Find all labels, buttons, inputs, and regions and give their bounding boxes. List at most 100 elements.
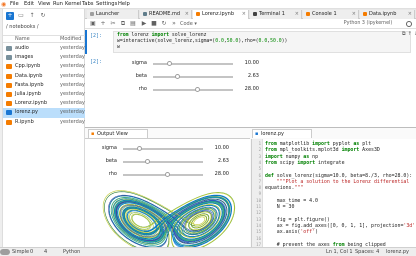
- simple-mode-toggle[interactable]: [0, 249, 10, 255]
- upload-icon[interactable]: ↑: [28, 12, 36, 20]
- cell-actions[interactable]: ⧉↑↓⋮: [402, 31, 416, 37]
- menu-help[interactable]: Help: [118, 1, 130, 8]
- file-list-item[interactable]: Data.ipynb yesterday: [3, 72, 85, 81]
- slider-handle[interactable]: [144, 159, 150, 164]
- terminal-count[interactable]: 0: [30, 248, 33, 256]
- code-editor[interactable]: 1 from matplotlib import pyplot as plt 2 fr…: [251, 139, 416, 247]
- slider-sigma[interactable]: sigma 10.00: [113, 59, 267, 69]
- column-modified[interactable]: Modified: [60, 36, 81, 43]
- slider-track[interactable]: [153, 89, 233, 91]
- file-modified: yesterday: [60, 91, 85, 97]
- slider-handle[interactable]: [174, 74, 180, 79]
- file-list-item[interactable]: Cpp.ipynb yesterday: [3, 62, 85, 71]
- slider-handle[interactable]: [195, 87, 201, 92]
- run-icon[interactable]: ▶: [140, 20, 148, 28]
- paste-icon[interactable]: ▤: [129, 20, 137, 28]
- slider-beta[interactable]: beta 2.63: [113, 72, 267, 82]
- menu-tabs[interactable]: Tabs: [82, 1, 93, 8]
- file-list-item[interactable]: Fasta.ipynb yesterday: [3, 81, 85, 90]
- file-name: Cpp.ipynb: [15, 63, 41, 70]
- cursor-position[interactable]: Ln 1, Col 1: [326, 248, 353, 256]
- cell-input-prompt: [2]:: [90, 33, 103, 39]
- slider-value[interactable]: 10.00: [237, 60, 259, 66]
- copy-icon[interactable]: ⧉: [119, 20, 127, 28]
- slider-track[interactable]: [153, 76, 233, 78]
- console-icon: [306, 11, 310, 16]
- indent-setting[interactable]: Spaces: 4: [355, 248, 379, 256]
- breadcrumb[interactable]: / notebooks /: [6, 24, 39, 31]
- slider-value[interactable]: 2.63: [207, 158, 229, 164]
- close-icon[interactable]: ×: [185, 10, 189, 19]
- slider-handle[interactable]: [136, 146, 142, 151]
- restart-icon[interactable]: ↻: [160, 20, 168, 28]
- output-view-tab[interactable]: ▪ Output View: [88, 129, 148, 138]
- slider-value[interactable]: 28.00: [237, 86, 259, 92]
- file-list-item[interactable]: lorenz.py yesterday: [3, 108, 85, 118]
- kw-from: from: [117, 33, 129, 38]
- slider-value[interactable]: 10.00: [207, 145, 229, 151]
- menu-view[interactable]: View: [38, 1, 50, 8]
- kernel-name[interactable]: Python 3 (ipykernel): [333, 20, 403, 28]
- notebook-icon: [6, 101, 12, 107]
- file-modified: yesterday: [60, 100, 85, 107]
- menu-settings[interactable]: Settings: [96, 1, 117, 8]
- folder-icon: [6, 46, 12, 51]
- file-list-item[interactable]: Julia.ipynb yesterday: [3, 90, 85, 99]
- file-list-item[interactable]: images yesterday: [3, 53, 85, 62]
- split-divider[interactable]: [85, 127, 416, 128]
- kw-import: import: [151, 33, 169, 38]
- slider-beta[interactable]: beta 2.63: [87, 157, 237, 167]
- new-launcher-button[interactable]: +: [6, 12, 14, 20]
- slider-handle[interactable]: [166, 61, 172, 66]
- fast-forward-icon[interactable]: »: [170, 20, 178, 28]
- tab-data-notebook[interactable]: Data.ipynb ×: [360, 10, 415, 19]
- tab-launcher[interactable]: Launcher: [87, 10, 139, 19]
- slider-track[interactable]: [123, 161, 203, 163]
- tab-console[interactable]: Console 1 ×: [303, 10, 359, 19]
- tab-lorenz-notebook[interactable]: Lorenz.ipynb ×: [193, 10, 249, 19]
- save-icon[interactable]: ▣: [89, 20, 97, 28]
- new-folder-icon[interactable]: ▭: [17, 12, 25, 20]
- file-list-item[interactable]: R.ipynb yesterday: [3, 118, 85, 127]
- editor-tab[interactable]: ▪ lorenz.py: [252, 129, 312, 138]
- keyword: as: [303, 153, 310, 160]
- close-icon[interactable]: ×: [352, 10, 356, 19]
- notebook-icon: [6, 119, 12, 125]
- code-line: N = 30: [265, 204, 295, 210]
- file-name: R.ipynb: [15, 118, 34, 125]
- cut-icon[interactable]: ✂: [109, 20, 117, 28]
- slider-sigma[interactable]: sigma 10.00: [87, 144, 237, 154]
- folder-icon: [6, 55, 12, 61]
- notebook-toolbar: ▣ + ✂ ⧉ ▤ ▶ ■ ↻ » Code ▾ Python 3 (ipyke…: [85, 19, 416, 29]
- slider-value[interactable]: 2.63: [237, 73, 259, 79]
- output-view-panel: sigma 10.00 beta 2.63 rho 28.00: [85, 138, 250, 248]
- code-cell-editor[interactable]: from lorenz import solve_lorenz w=intera…: [113, 31, 411, 53]
- file-name: Fasta.ipynb: [15, 81, 44, 88]
- menu-edit[interactable]: Edit: [24, 1, 34, 8]
- string-literal: """Plot a solution to the Lorenz differe…: [276, 178, 410, 185]
- close-icon[interactable]: ×: [408, 10, 412, 19]
- menu-file[interactable]: File: [10, 1, 19, 8]
- tab-terminal[interactable]: Terminal 1 ×: [250, 10, 302, 19]
- stop-icon[interactable]: ■: [150, 20, 158, 28]
- slider-track[interactable]: [123, 174, 203, 176]
- tab-readme[interactable]: README.md ×: [140, 10, 192, 19]
- kernel-count[interactable]: 4: [44, 248, 47, 256]
- slider-label: beta: [105, 158, 117, 164]
- keyword: from: [265, 141, 277, 147]
- insert-cell-icon[interactable]: +: [99, 20, 107, 28]
- slider-track[interactable]: [153, 63, 233, 65]
- close-icon[interactable]: ×: [295, 10, 299, 19]
- menu-kernel[interactable]: Kernel: [65, 1, 81, 8]
- slider-label: sigma: [131, 60, 147, 66]
- file-list-item[interactable]: audio yesterday: [3, 44, 85, 53]
- slider-rho[interactable]: rho 28.00: [113, 85, 267, 95]
- menu-run[interactable]: Run: [53, 1, 63, 8]
- slider-track[interactable]: [123, 148, 203, 150]
- column-name[interactable]: Name: [15, 36, 30, 43]
- file-list-item[interactable]: Lorenz.ipynb yesterday: [3, 99, 85, 108]
- cell-type-select[interactable]: Code ▾: [180, 20, 210, 28]
- kernel-status[interactable]: Python: [63, 248, 80, 256]
- close-icon[interactable]: ×: [242, 10, 246, 19]
- refresh-icon[interactable]: ↻: [39, 12, 47, 20]
